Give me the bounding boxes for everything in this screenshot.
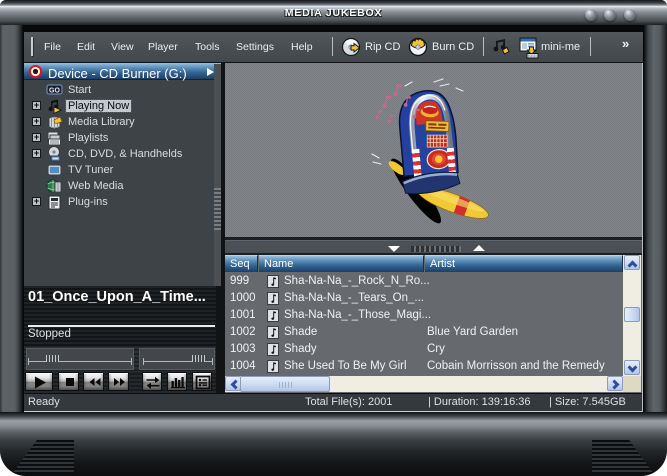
svg-text:GO: GO [49,88,60,95]
